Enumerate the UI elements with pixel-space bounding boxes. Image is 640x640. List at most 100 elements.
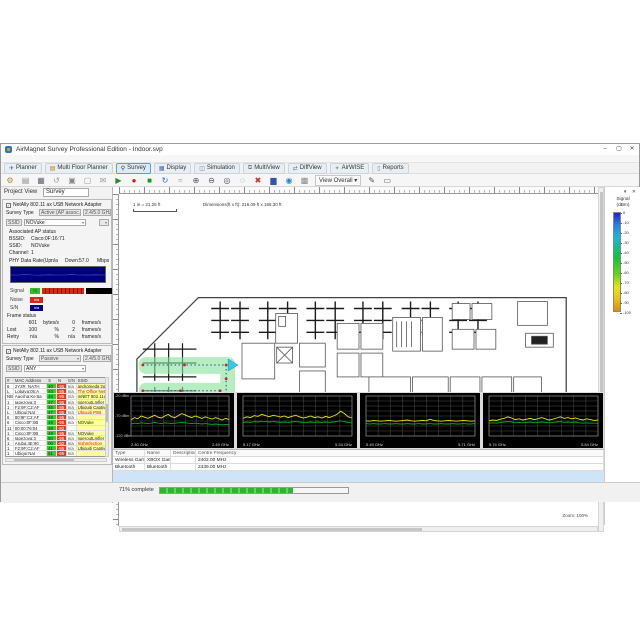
survey-mode-dropdown2[interactable]: Passive <box>39 355 81 362</box>
ap-col-n[interactable]: N <box>57 378 67 383</box>
ap-cell-num: 6 <box>6 415 14 419</box>
play-icon[interactable]: ▶ <box>114 175 124 186</box>
print-icon[interactable]: ▣ <box>67 175 77 186</box>
legend-close-icon[interactable]: ✕ <box>632 189 638 195</box>
project-view-select[interactable]: Survey <box>43 188 89 197</box>
device-col-name[interactable]: Name <box>145 450 171 456</box>
page-icon[interactable]: ▢ <box>83 175 93 186</box>
bssid-label: BSSID: <box>9 236 25 242</box>
mail-icon[interactable]: ✉ <box>98 175 108 186</box>
tab-airwise[interactable]: ✦AirWISE <box>330 163 370 174</box>
ap-cell-ssid: mNET 802.11ax <box>77 394 106 398</box>
ap-col-[interactable]: # <box>6 378 14 383</box>
ssid-mode-button2[interactable]: SSID <box>6 365 22 372</box>
delete-icon[interactable]: ✖ <box>253 175 263 186</box>
ap-cell-num: L <box>6 410 14 414</box>
ap-table-hscrollbar[interactable] <box>5 458 107 462</box>
close-button[interactable]: ✕ <box>626 145 638 154</box>
ap-table-vscrollbar[interactable] <box>105 377 109 457</box>
device-col-description[interactable]: Description <box>171 450 196 456</box>
ap-status-title: Associated AP status <box>9 229 56 235</box>
ap-cell-ssid: ngeroutLmfler <box>77 400 106 404</box>
tab-reports[interactable]: ▯Reports <box>372 163 408 174</box>
signal-bar-rest <box>86 288 112 294</box>
zoom-in-icon[interactable]: ⊕ <box>191 175 201 186</box>
tab-diffview[interactable]: ⇄DiffView <box>288 163 327 174</box>
band-dropdown[interactable]: 2.4/5.0 GHz <box>83 209 111 216</box>
signal-chip: 70 <box>30 288 40 294</box>
ap-cell-num: NB <box>6 394 14 398</box>
inspect-icon[interactable]: ◌ <box>238 175 248 186</box>
ap-cell-noise: -95 <box>57 451 67 455</box>
record-icon[interactable]: ● <box>129 175 139 186</box>
tab-simulation[interactable]: ◫Simulation <box>194 163 240 174</box>
ap-cell-mac: 2Y2R_NA7H <box>14 384 47 388</box>
save-icon[interactable]: ▦ <box>36 175 46 186</box>
ap-cell-noise: -95 <box>57 446 67 450</box>
frame-cell: n/a <box>61 334 77 341</box>
chart-freq-end: 5.84 GHz <box>581 442 598 447</box>
device-row[interactable]: BluetoothBluetooth2439.00 MHz <box>113 464 604 471</box>
open-project-icon[interactable]: ▤ <box>21 175 31 186</box>
tab-planner[interactable]: ✈Planner <box>4 163 42 174</box>
maximize-button[interactable]: ▢ <box>613 145 625 154</box>
minimize-button[interactable]: – <box>599 145 611 154</box>
chart-icon[interactable]: ▆ <box>269 175 279 186</box>
stop-icon[interactable]: ■ <box>145 175 155 186</box>
ap-cell-ssid: IrishInfection <box>77 441 106 445</box>
view-dropdown[interactable]: View Overall ▾ <box>315 175 361 186</box>
window-bottom-edge <box>1 496 640 502</box>
ssid-browse-button[interactable] <box>99 219 109 226</box>
ap-cell-noise: -95 <box>57 384 67 388</box>
ap-col-ssid[interactable]: SSID <box>77 378 106 383</box>
undo-icon[interactable]: ↺ <box>52 175 62 186</box>
ap-col-s-n[interactable]: S/N <box>67 378 77 383</box>
configure-icon[interactable]: ⚙ <box>5 175 15 186</box>
adapter2-checkbox[interactable]: ✓ <box>6 349 11 354</box>
signal-bar <box>42 288 84 294</box>
legend-collapse-icon[interactable]: ▾ <box>624 189 629 195</box>
device-col-type[interactable]: Type <box>113 450 145 456</box>
ap-cell-snr: n/a <box>67 410 77 414</box>
ssid-mode-button[interactable]: SSID <box>6 219 22 226</box>
ap-col-s[interactable]: S <box>47 378 57 383</box>
ssid-dropdown[interactable]: NOVuke <box>24 219 86 226</box>
frame-cell: Retry <box>7 334 23 341</box>
ap-cell-ssid: NOVuke <box>77 431 106 435</box>
locate-ap-icon[interactable]: ◎ <box>222 175 232 186</box>
ap-col-mac-address[interactable]: MAC Address <box>14 378 47 383</box>
spectrum-chart-4: 5.74 GHz5.84 GHz <box>483 393 603 448</box>
adapter1-checkbox[interactable]: ✓ <box>6 203 11 208</box>
zoom-out-icon[interactable]: ⊖ <box>207 175 217 186</box>
ap-cell-mac: F2:9F:C2:AF <box>14 405 47 409</box>
ap-cell-ssid: andromeda 2g <box>77 384 106 388</box>
ap-cell-noise: -95 <box>57 400 67 404</box>
wave-icon[interactable]: ≈ <box>176 175 186 186</box>
map-hscrollbar[interactable] <box>119 526 598 532</box>
legend-tick: -40 <box>623 251 629 255</box>
refresh-icon[interactable]: ↻ <box>160 175 170 186</box>
frame-cell <box>7 320 23 327</box>
ap-cell-mac: Iapezova:3 <box>14 436 47 440</box>
frame-cell: frames/s <box>77 334 103 341</box>
band-dropdown2[interactable]: 2.4/5.0 GHz <box>83 355 111 362</box>
map-scale-label: 1 in = 21.26 ft <box>133 202 160 207</box>
monitor-icon[interactable]: ▭ <box>382 175 392 186</box>
device-row[interactable]: Wireless Game Cont...XBOX Game...2402.00… <box>113 457 604 464</box>
device-cell: 2439.00 MHz <box>196 464 604 470</box>
tab-multi-floor-planner[interactable]: ▤Multi Floor Planner <box>45 163 113 174</box>
image-icon[interactable]: ▩ <box>300 175 310 186</box>
frame-status-title: Frame status <box>7 313 36 319</box>
trace-max <box>489 417 598 421</box>
globe-icon[interactable]: ◉ <box>284 175 294 186</box>
tab-multiview[interactable]: ⧉MultiView <box>243 163 285 174</box>
tab-display[interactable]: ▦Display <box>154 163 191 174</box>
ap-scan-table: #MAC AddressSNS/NSSID62Y2R_NA7H40-95n/aa… <box>5 377 107 457</box>
tab-survey[interactable]: ⚲Survey <box>116 163 151 174</box>
device-col-centre-frequency[interactable]: Centre Frequency <box>196 450 604 456</box>
annotate-icon[interactable]: ✎ <box>367 175 377 186</box>
survey-mode-dropdown[interactable]: Active (AP assoc.) <box>39 209 81 216</box>
ap-cell-num: 6 <box>6 420 14 424</box>
ssid-dropdown2[interactable]: ANY <box>24 365 86 372</box>
project-view-label: Project View <box>4 189 37 195</box>
